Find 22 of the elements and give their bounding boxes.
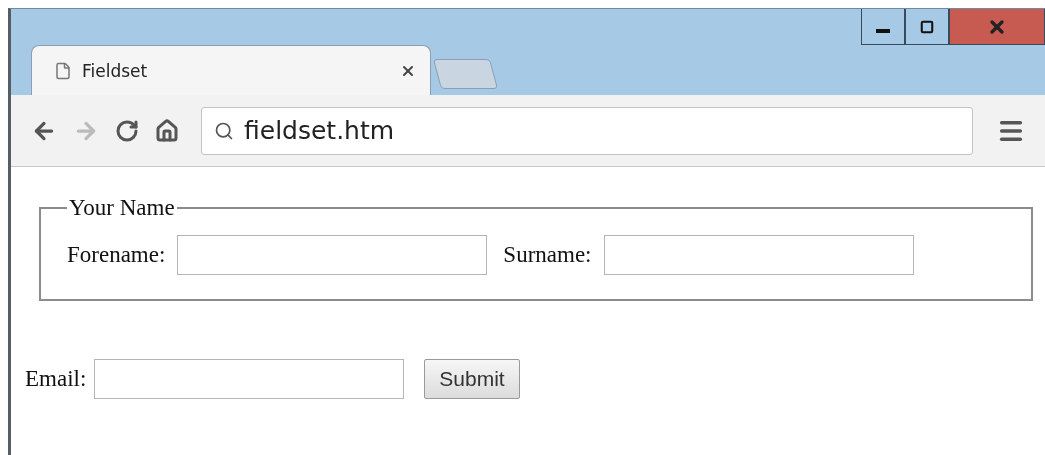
input-field[interactable] <box>177 235 488 275</box>
input-field[interactable] <box>94 359 405 399</box>
maximize-button[interactable] <box>905 9 949 45</box>
maximize-icon <box>920 19 934 34</box>
home-icon <box>155 118 179 143</box>
minimize-icon <box>876 28 890 33</box>
fieldset-legend: Your Name <box>67 195 177 221</box>
page-icon <box>54 61 72 80</box>
submit-button[interactable]: Submit <box>424 359 520 399</box>
home-button[interactable] <box>155 118 179 143</box>
browser-tab[interactable]: Fieldset <box>31 45 431 95</box>
tab-title: Fieldset <box>82 60 149 81</box>
field-label: Surname: <box>503 242 592 268</box>
address-bar[interactable]: fieldset.htm <box>201 106 973 155</box>
reload-icon <box>115 118 139 143</box>
field-label: Forename: <box>67 242 166 268</box>
close-button[interactable] <box>949 9 1045 45</box>
input-field[interactable] <box>603 235 914 275</box>
minimize-button[interactable] <box>861 9 905 45</box>
field-label: Email: <box>25 366 87 392</box>
reload-button[interactable] <box>115 118 139 143</box>
search-icon <box>214 120 234 141</box>
